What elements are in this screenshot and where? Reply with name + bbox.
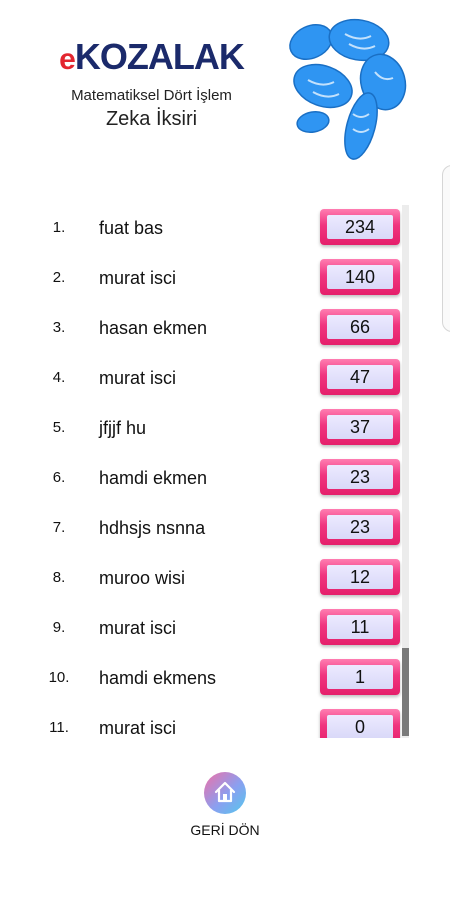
edge-panel-handle[interactable] — [442, 165, 450, 332]
scrollbar-thumb[interactable] — [402, 648, 409, 736]
back-button-label[interactable]: GERİ DÖN — [160, 822, 290, 838]
score-value: 11 — [327, 615, 393, 639]
score-badge: 1 — [320, 659, 400, 695]
app-logo: eKOZALAK Matematiksel Dört İşlem Zeka İk… — [44, 38, 259, 131]
player-name: murat isci — [99, 268, 177, 288]
score-value: 0 — [327, 715, 393, 738]
pinecone-logo-icon — [289, 18, 407, 160]
list-item: 7. hdhsjs nsnna 23 — [40, 505, 402, 555]
score-badge: 11 — [320, 609, 400, 645]
score-value: 1 — [327, 665, 393, 689]
list-item: 10. hamdi ekmens 1 — [40, 655, 402, 705]
list-item: 2. murat isci 140 — [40, 255, 402, 305]
list-item: 11. murat isci 0 — [40, 705, 402, 738]
app-title: Zeka İksiri — [105, 108, 198, 130]
score-value: 12 — [327, 565, 393, 589]
score-badge: 47 — [320, 359, 400, 395]
score-value: 23 — [327, 515, 393, 539]
score-badge: 37 — [320, 409, 400, 445]
score-badge: 12 — [320, 559, 400, 595]
rank-number: 3. — [52, 319, 66, 336]
list-item: 9. murat isci 11 — [40, 605, 402, 655]
score-value: 234 — [327, 215, 393, 239]
list-item: 1. fuat bas 234 — [40, 205, 402, 255]
player-name: fuat bas — [99, 218, 164, 238]
rank-number: 11. — [49, 719, 69, 736]
score-value: 140 — [327, 265, 393, 289]
rank-number: 2. — [52, 269, 66, 286]
player-name: hdhsjs nsnna — [99, 518, 206, 538]
player-name: jfjjf hu — [99, 418, 147, 438]
score-badge: 234 — [320, 209, 400, 245]
rank-number: 4. — [52, 369, 66, 386]
player-name: murat isci — [99, 618, 177, 638]
list-item: 6. hamdi ekmen 23 — [40, 455, 402, 505]
score-badge: 23 — [320, 459, 400, 495]
score-badge: 66 — [320, 309, 400, 345]
home-button[interactable] — [204, 772, 246, 814]
rank-number: 10. — [48, 669, 70, 686]
player-name: muroo wisi — [99, 568, 186, 588]
score-badge: 0 — [320, 709, 400, 738]
rank-number: 8. — [52, 569, 66, 586]
rank-number: 1. — [52, 219, 66, 236]
score-value: 37 — [327, 415, 393, 439]
score-badge: 23 — [320, 509, 400, 545]
app-subtitle: Matematiksel Dört İşlem — [71, 87, 232, 104]
leaderboard-list[interactable]: 1. fuat bas 234 2. murat isci 140 3. has… — [40, 205, 410, 738]
list-item: 3. hasan ekmen 66 — [40, 305, 402, 355]
list-item: 5. jfjjf hu 37 — [40, 405, 402, 455]
player-name: murat isci — [99, 718, 177, 738]
rank-number: 5. — [52, 419, 66, 436]
rank-number: 6. — [52, 469, 66, 486]
list-item: 4. murat isci 47 — [40, 355, 402, 405]
player-name: hamdi ekmens — [99, 668, 217, 688]
brand-name: eKOZALAK — [59, 36, 245, 77]
rank-number: 9. — [52, 619, 66, 636]
score-value: 23 — [327, 465, 393, 489]
player-name: hasan ekmen — [99, 318, 208, 338]
score-value: 47 — [327, 365, 393, 389]
rank-number: 7. — [52, 519, 66, 536]
player-name: murat isci — [99, 368, 177, 388]
player-name: hamdi ekmen — [99, 468, 208, 488]
list-item: 8. muroo wisi 12 — [40, 555, 402, 605]
score-value: 66 — [327, 315, 393, 339]
score-badge: 140 — [320, 259, 400, 295]
home-icon — [214, 781, 236, 803]
